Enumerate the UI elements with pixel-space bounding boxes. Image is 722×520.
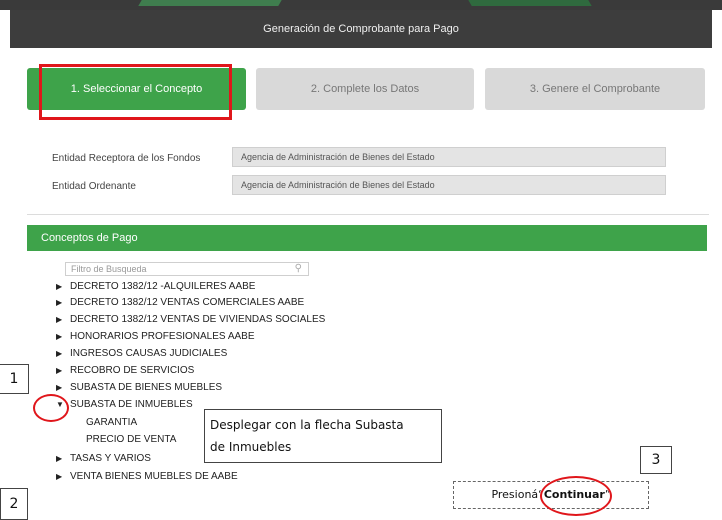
- tree-item-expanded[interactable]: ▼ SUBASTA DE INMUEBLES: [56, 398, 193, 412]
- triangle-right-icon[interactable]: ▶: [56, 470, 70, 484]
- annotation-number-3: 3: [640, 446, 672, 474]
- tree-item[interactable]: ▶ INGRESOS CAUSAS JUDICIALES: [56, 347, 227, 361]
- callout-line-2: de Inmuebles: [210, 440, 292, 454]
- triangle-right-icon[interactable]: ▶: [56, 330, 70, 344]
- divider: [27, 214, 709, 215]
- receptora-label: Entidad Receptora de los Fondos: [52, 153, 201, 164]
- step-2-tab[interactable]: 2. Complete los Datos: [256, 68, 474, 110]
- highlight-circle: [540, 476, 612, 516]
- callout-line-1: Desplegar con la flecha Subasta: [210, 418, 404, 432]
- ordenante-label: Entidad Ordenante: [52, 181, 136, 192]
- receptora-field[interactable]: Agencia de Administración de Bienes del …: [232, 147, 666, 167]
- triangle-right-icon[interactable]: ▶: [56, 347, 70, 361]
- ordenante-field[interactable]: Agencia de Administración de Bienes del …: [232, 175, 666, 195]
- triangle-right-icon[interactable]: ▶: [56, 296, 70, 310]
- tree-item[interactable]: ▶ DECRETO 1382/12 VENTAS COMERCIALES AABE: [56, 296, 304, 310]
- step-3-tab[interactable]: 3. Genere el Comprobante: [485, 68, 705, 110]
- tree-item[interactable]: ▶ SUBASTA DE BIENES MUEBLES: [56, 381, 222, 395]
- triangle-right-icon[interactable]: ▶: [56, 452, 70, 466]
- tree-item[interactable]: ▶ DECRETO 1382/12 VENTAS DE VIVIENDAS SOC…: [56, 313, 325, 327]
- page-title: Generación de Comprobante para Pago: [10, 10, 712, 48]
- tree-item[interactable]: ▶ TASAS Y VARIOS: [56, 452, 151, 466]
- annotation-number-2: 2: [0, 488, 28, 520]
- triangle-right-icon[interactable]: ▶: [56, 280, 70, 294]
- triangle-right-icon[interactable]: ▶: [56, 364, 70, 378]
- search-icon: ⚲: [294, 263, 302, 274]
- triangle-right-icon[interactable]: ▶: [56, 313, 70, 327]
- tree-item[interactable]: ▶ VENTA BIENES MUEBLES DE AABE: [56, 470, 238, 484]
- tree-child-item[interactable]: GARANTIA: [86, 416, 137, 430]
- tree-item[interactable]: ▶ HONORARIOS PROFESIONALES AABE: [56, 330, 255, 344]
- triangle-right-icon[interactable]: ▶: [56, 381, 70, 395]
- annotation-number-1: 1: [0, 364, 29, 394]
- search-input[interactable]: Filtro de Busqueda ⚲: [65, 262, 309, 276]
- conceptos-header: Conceptos de Pago: [27, 225, 707, 251]
- tree-child-item[interactable]: PRECIO DE VENTA: [86, 433, 176, 447]
- instruction-callout: Desplegar con la flecha Subasta de Inmue…: [204, 409, 442, 463]
- top-strip: [0, 0, 722, 10]
- tree-item[interactable]: ▶ RECOBRO DE SERVICIOS: [56, 364, 194, 378]
- filter-placeholder: Filtro de Busqueda: [71, 264, 147, 274]
- highlight-box: [39, 64, 232, 120]
- highlight-circle: [33, 394, 69, 422]
- tree-item[interactable]: ▶ DECRETO 1382/12 -ALQUILERES AABE: [56, 280, 255, 294]
